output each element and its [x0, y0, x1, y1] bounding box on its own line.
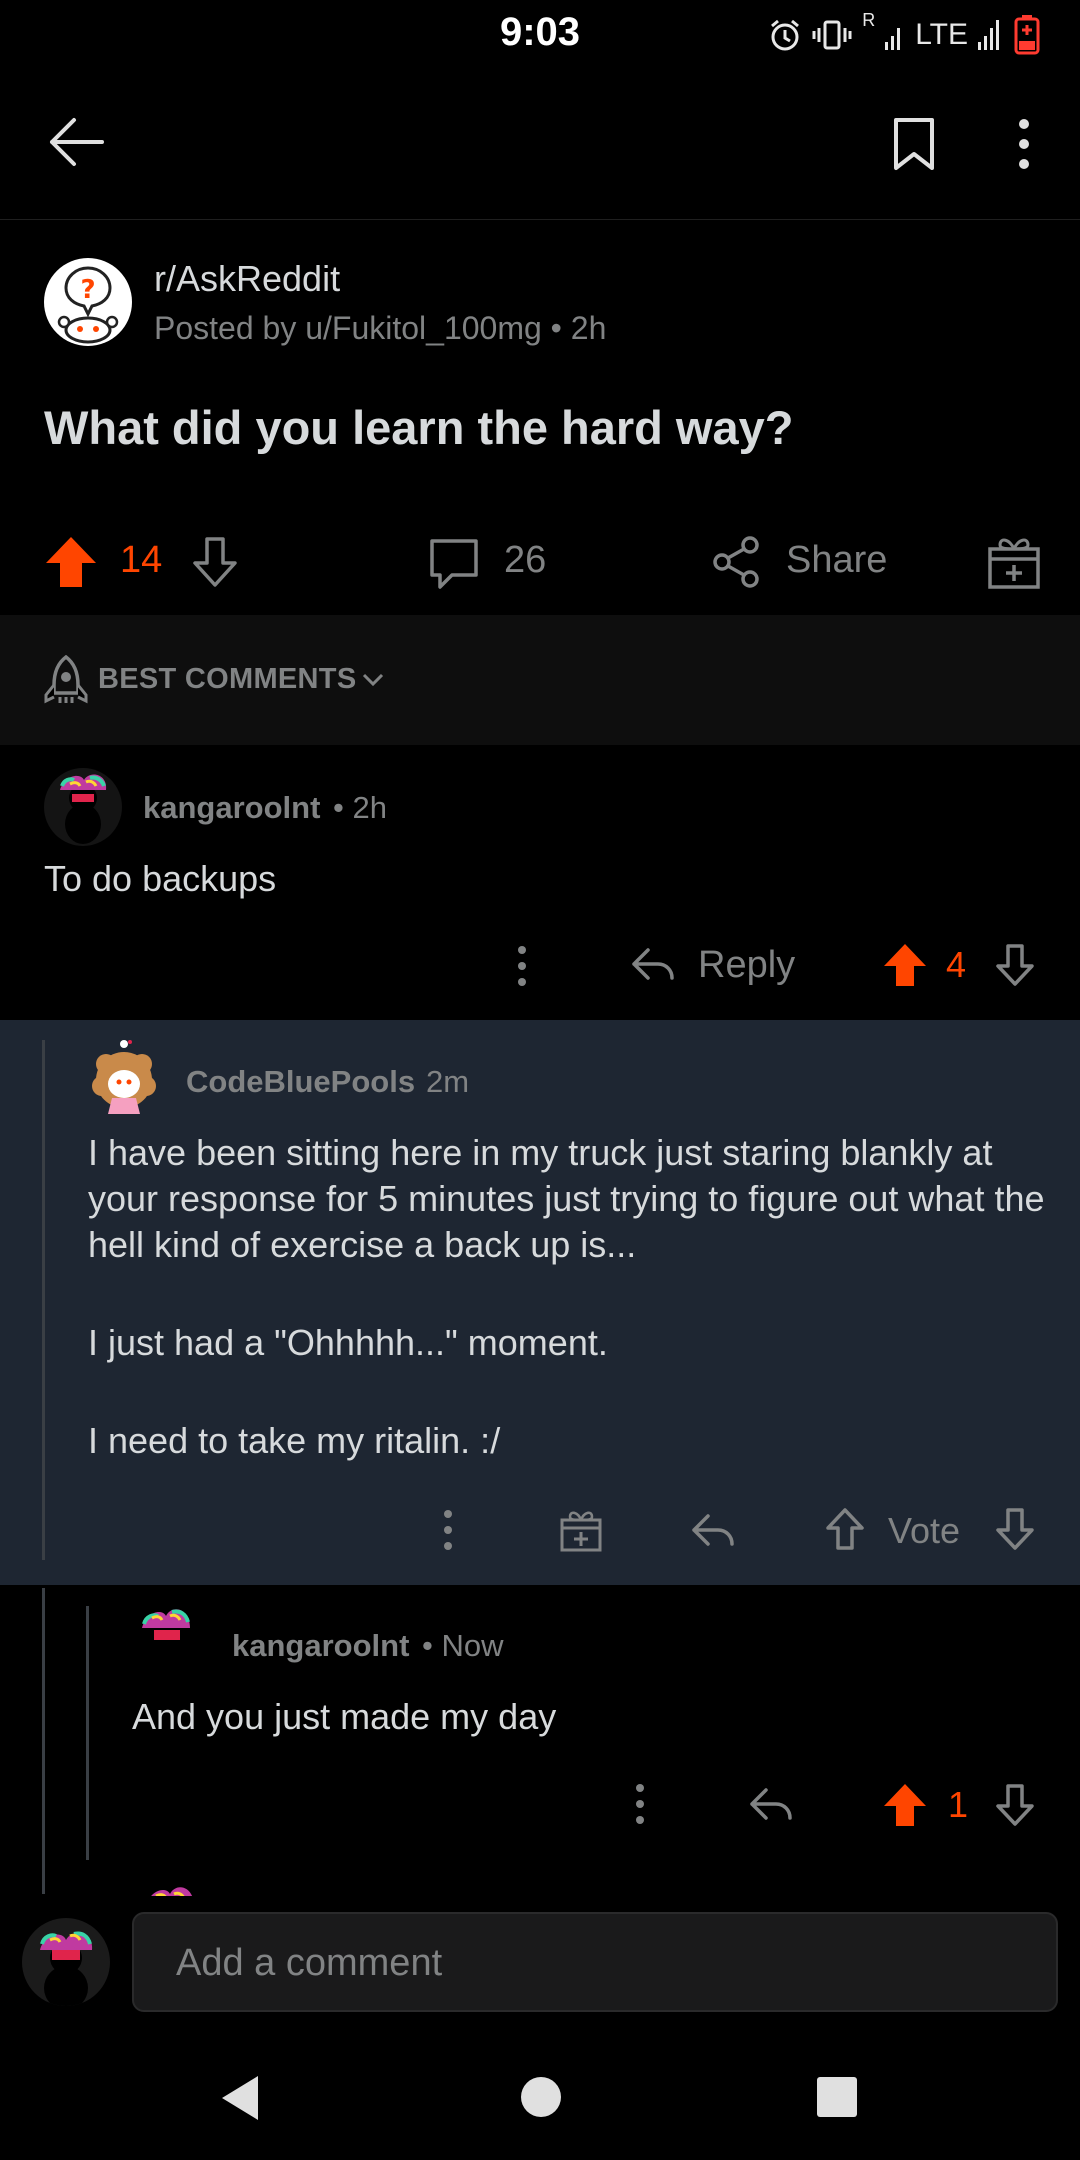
post-author[interactable]: Posted by u/Fukitol_100mg: [154, 310, 542, 346]
comment-bubble-icon[interactable]: [426, 535, 482, 591]
signal-icon-1: [885, 20, 905, 50]
upvote-filled-icon[interactable]: [44, 535, 98, 589]
user-avatar-icon[interactable]: [86, 1038, 162, 1118]
downvote-icon[interactable]: [992, 1782, 1038, 1828]
thread-line[interactable]: [86, 1606, 89, 1860]
alarm-icon: [768, 18, 802, 52]
post-title: What did you learn the hard way?: [44, 401, 794, 454]
roaming-indicator: R: [862, 10, 876, 30]
nav-home-icon[interactable]: [520, 2076, 562, 2118]
status-bar: 9:03 R LTE: [0, 0, 1080, 70]
thread-line[interactable]: [42, 1040, 45, 1560]
comment-count[interactable]: 26: [504, 539, 546, 582]
askreddit-logo-icon: ?: [57, 266, 119, 344]
share-icon[interactable]: [710, 535, 762, 589]
downvote-icon[interactable]: [992, 1506, 1038, 1552]
system-nav-bar: [0, 2030, 1080, 2160]
status-icons: R LTE: [768, 10, 1040, 58]
bookmark-icon[interactable]: [892, 116, 936, 172]
comment-body: To do backups: [44, 858, 277, 899]
user-avatar-icon[interactable]: [136, 1604, 196, 1650]
comment-age: • Now: [422, 1628, 504, 1663]
comment-age: 2m: [426, 1064, 470, 1099]
comment-author[interactable]: kangaroolnt: [232, 1628, 409, 1664]
user-avatar-icon[interactable]: [44, 768, 122, 846]
downvote-icon[interactable]: [188, 535, 242, 589]
signal-icon-2: [978, 20, 1004, 50]
thread-line[interactable]: [42, 1588, 45, 1894]
reply-arrow-icon[interactable]: [748, 1784, 794, 1824]
post-meta: Posted by u/Fukitol_100mg • 2h: [154, 310, 607, 346]
subreddit-name[interactable]: r/AskReddit: [154, 258, 340, 300]
rocket-icon: [44, 655, 88, 705]
more-vertical-icon[interactable]: [512, 944, 532, 988]
subreddit-avatar[interactable]: ?: [44, 258, 132, 346]
nav-back-icon[interactable]: [218, 2074, 262, 2122]
reply-button[interactable]: Reply: [698, 944, 795, 987]
comment-score: 1: [948, 1784, 969, 1825]
share-button[interactable]: Share: [786, 539, 887, 582]
more-vertical-icon[interactable]: [438, 1508, 458, 1552]
svg-text:?: ?: [80, 275, 95, 305]
comment-author[interactable]: CodeBluePools: [186, 1064, 415, 1100]
current-user-avatar[interactable]: [22, 1918, 110, 2006]
user-avatar-icon[interactable]: [140, 1882, 196, 1896]
comment-author[interactable]: kangaroolnt: [143, 790, 320, 826]
sort-label[interactable]: BEST COMMENTS: [98, 663, 356, 696]
comment-body: I have been sitting here in my truck jus…: [88, 1130, 1048, 1464]
comment-paragraph: I just had a "Ohhhhh..." moment.: [88, 1322, 608, 1363]
upvote-filled-icon[interactable]: [882, 1782, 928, 1828]
comment-score: 4: [946, 944, 967, 985]
downvote-icon[interactable]: [992, 942, 1038, 988]
add-comment-input[interactable]: Add a comment: [132, 1912, 1058, 2012]
comment-body: And you just made my day: [132, 1696, 557, 1737]
comment-age: • 2h: [333, 790, 387, 825]
upvote-filled-icon[interactable]: [882, 942, 928, 988]
back-arrow-icon[interactable]: [46, 116, 106, 168]
add-comment-placeholder: Add a comment: [176, 1942, 443, 1984]
vote-label: Vote: [888, 1510, 961, 1551]
comment-paragraph: I have been sitting here in my truck jus…: [88, 1132, 1045, 1265]
nav-recents-icon[interactable]: [816, 2076, 858, 2118]
network-type: LTE: [915, 18, 968, 51]
post-score: 14: [120, 539, 163, 581]
reply-arrow-icon[interactable]: [690, 1510, 736, 1550]
more-vertical-icon[interactable]: [630, 1782, 650, 1826]
chevron-down-icon[interactable]: [362, 673, 384, 687]
top-nav: [0, 70, 1080, 220]
post-age: 2h: [570, 310, 607, 346]
vibrate-icon: [812, 18, 852, 52]
award-gift-icon[interactable]: [558, 1506, 604, 1552]
comment-paragraph: I need to take my ritalin. :/: [88, 1420, 501, 1461]
award-gift-icon[interactable]: [986, 533, 1042, 591]
reply-arrow-icon[interactable]: [630, 944, 676, 984]
post-action-bar: 14 26 Share: [0, 515, 1080, 605]
more-vertical-icon[interactable]: [1012, 118, 1036, 170]
battery-icon: [1014, 15, 1040, 55]
upvote-icon[interactable]: [822, 1506, 868, 1552]
sort-bar[interactable]: BEST COMMENTS: [0, 615, 1080, 745]
